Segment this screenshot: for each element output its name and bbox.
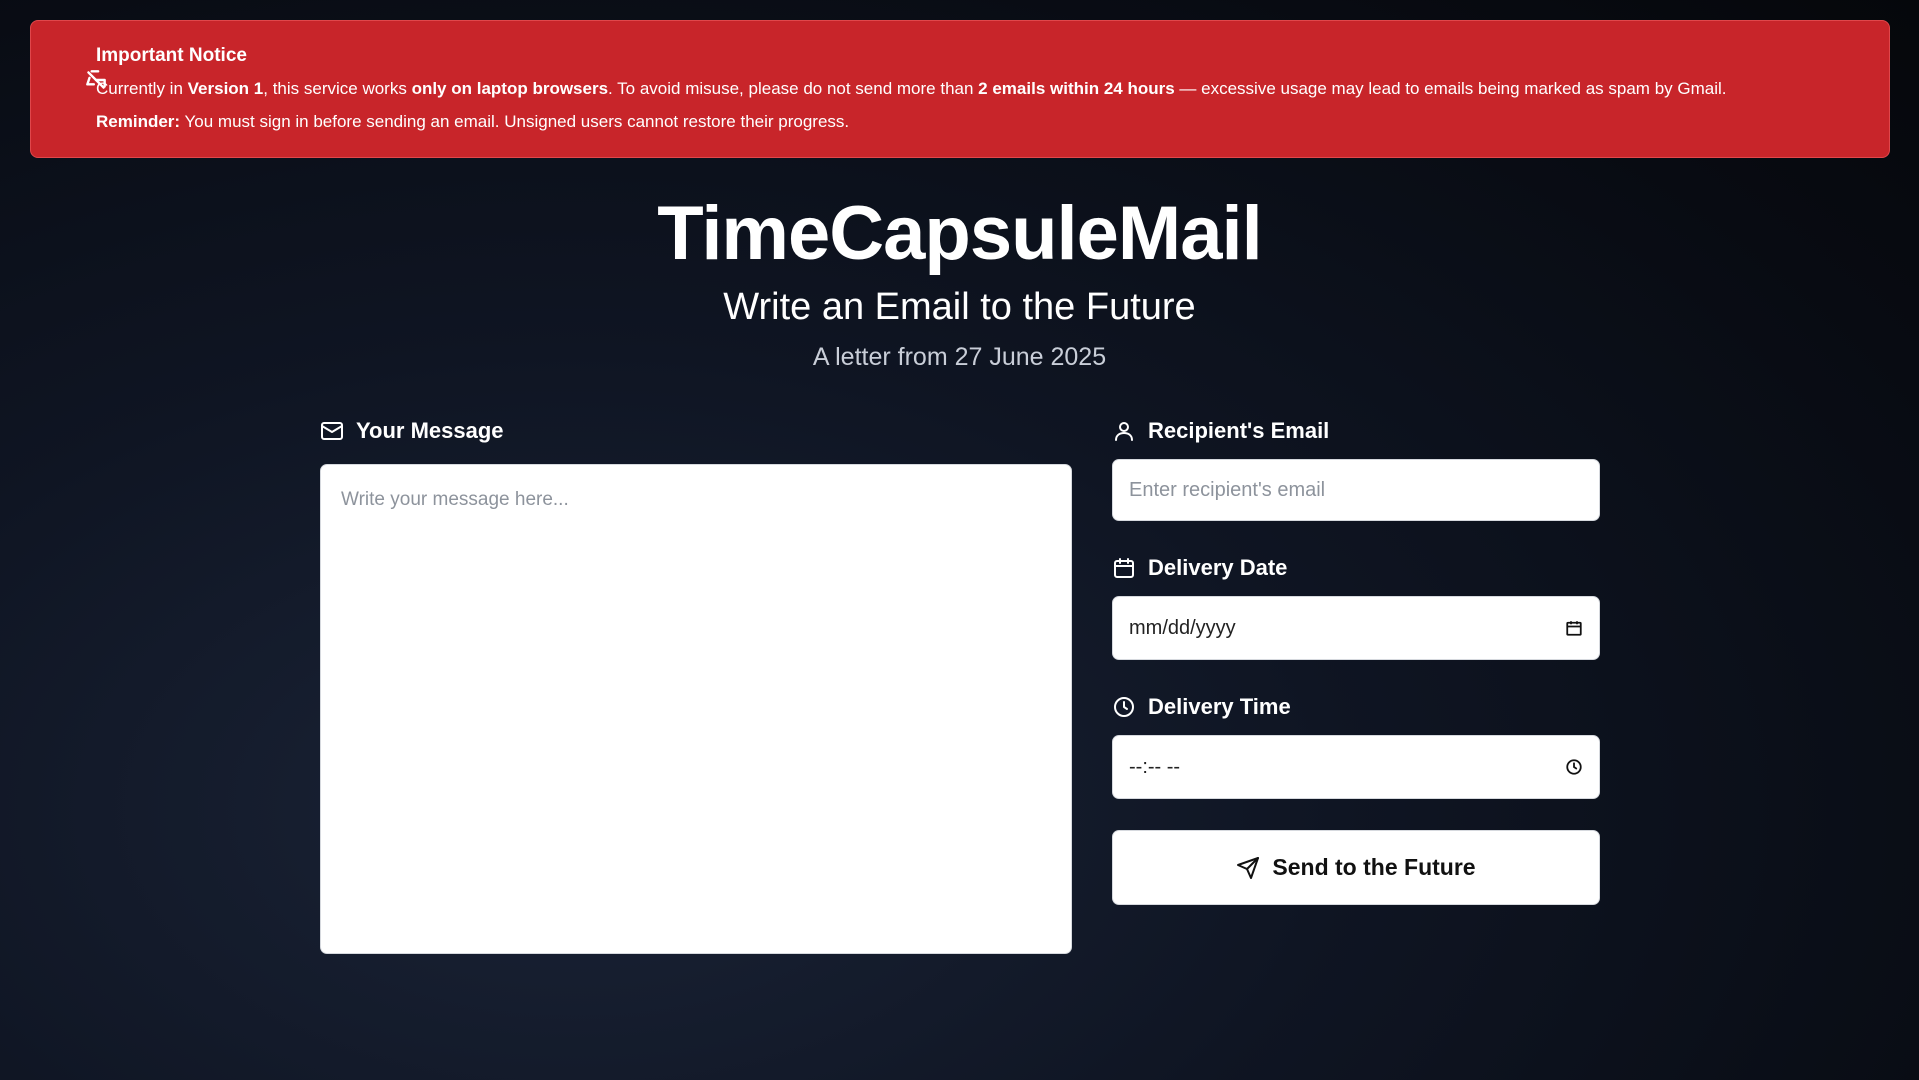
no-laptop-icon (86, 70, 106, 89)
notice-line-version: Currently in Version 1, this service wor… (96, 79, 1859, 99)
delivery-time-input[interactable]: --:-- -- (1112, 735, 1600, 799)
notice-limit: 2 emails within 24 hours (978, 79, 1175, 98)
calendar-icon (1114, 558, 1134, 578)
user-icon (1115, 422, 1133, 441)
message-textarea[interactable]: Write your message here... (320, 464, 1072, 954)
delivery-time-value: --:-- -- (1129, 755, 1181, 778)
recipient-email-input[interactable]: Enter recipient's email (1112, 459, 1600, 521)
notice-text: — excessive usage may lead to emails bei… (1174, 79, 1727, 98)
notice-title: Important Notice (96, 45, 247, 66)
calendar-picker-icon[interactable] (1565, 619, 1583, 637)
clock-icon (1114, 697, 1134, 717)
message-placeholder: Write your message here... (341, 489, 569, 510)
send-icon (1237, 856, 1260, 879)
delivery-date-input[interactable]: mm/dd/yyyy (1112, 596, 1600, 660)
send-to-future-button[interactable]: Send to the Future (1112, 830, 1600, 905)
notice-laptop-only: only on laptop browsers (411, 79, 609, 98)
notice-version: Version 1 (187, 79, 264, 98)
important-notice-banner: Important Notice Currently in Version 1,… (30, 20, 1890, 158)
notice-text: You must sign in before sending an email… (180, 112, 850, 131)
delivery-time-label-text: Delivery Time (1148, 694, 1291, 719)
mail-icon (321, 422, 343, 440)
notice-text: Currently in (96, 79, 188, 98)
page-title: TimeCapsuleMail (657, 191, 1262, 276)
delivery-time-label: Delivery Time (1112, 694, 1291, 720)
notice-text: , this service works (263, 79, 412, 98)
recipient-label-text: Recipient's Email (1148, 418, 1330, 443)
delivery-date-value: mm/dd/yyyy (1129, 616, 1236, 639)
time-picker-icon[interactable] (1565, 758, 1583, 776)
send-button-label: Send to the Future (1272, 854, 1476, 880)
notice-line-reminder: Reminder: You must sign in before sendin… (96, 112, 1859, 132)
delivery-date-label-text: Delivery Date (1148, 555, 1288, 580)
page-subtitle: Write an Email to the Future (723, 286, 1196, 328)
notice-reminder-label: Reminder: (96, 112, 181, 131)
recipient-placeholder: Enter recipient's email (1129, 478, 1326, 501)
page-dateline: A letter from 27 June 2025 (812, 343, 1107, 371)
message-label-text: Your Message (356, 418, 504, 443)
recipient-label: Recipient's Email (1112, 418, 1329, 444)
delivery-date-label: Delivery Date (1112, 555, 1287, 581)
notice-text: . To avoid misuse, please do not send mo… (608, 79, 979, 98)
message-label: Your Message (320, 418, 504, 444)
